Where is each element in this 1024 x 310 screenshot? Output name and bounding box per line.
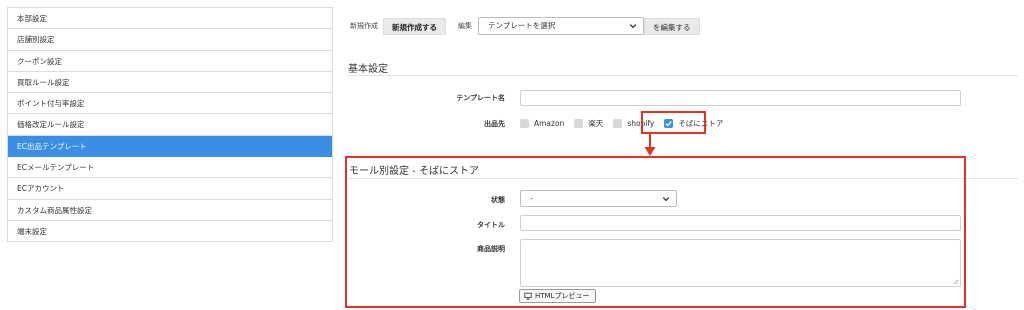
sidebar-item-coupon-settings[interactable]: クーポン設定 — [8, 50, 332, 72]
chevron-down-icon — [629, 24, 637, 29]
edit-label: 編集 — [458, 22, 472, 30]
sidebar-item-purchase-rule-settings[interactable]: 買取ルール設定 — [8, 71, 332, 94]
title-input[interactable] — [520, 215, 961, 231]
new-label: 新規作成 — [350, 22, 378, 30]
resize-grip-icon[interactable] — [952, 278, 959, 285]
sidebar-item-custom-attributes[interactable]: カスタム商品属性設定 — [8, 199, 332, 221]
monitor-icon — [524, 292, 532, 300]
template-name-label: テンプレート名 — [456, 94, 505, 102]
sidebar-item-price-rule-settings[interactable]: 価格改定ルール設定 — [8, 114, 332, 136]
sidebar-item-ec-mail-template[interactable]: ECメールテンプレート — [8, 157, 332, 179]
arrow-down-icon — [644, 134, 656, 156]
basic-settings-title: 基本設定 — [348, 64, 388, 75]
html-preview-button[interactable]: HTMLプレビュー — [519, 289, 597, 303]
sidebar-item-ec-account[interactable]: ECアカウント — [8, 178, 332, 200]
divider — [348, 75, 1018, 76]
channel-label: 出品先 — [484, 120, 505, 128]
description-textarea[interactable] — [520, 239, 961, 287]
template-select-value: テンプレートを選択 — [488, 21, 556, 30]
sidebar-item-hq-settings[interactable]: 本部設定 — [8, 8, 332, 30]
title-label: タイトル — [477, 221, 505, 229]
rakuten-checkbox[interactable] — [574, 119, 584, 128]
shopify-checkbox[interactable] — [613, 119, 623, 128]
create-new-button[interactable]: 新規作成する — [383, 17, 446, 35]
rakuten-checkbox-label: 楽天 — [588, 119, 604, 128]
status-label: 状態 — [491, 196, 505, 204]
template-name-input[interactable] — [520, 90, 961, 106]
mall-settings-title: モール別設定 - そばにストア — [349, 166, 479, 177]
template-select[interactable]: テンプレートを選択 — [478, 17, 644, 35]
sidebar-menu: 本部設定 店舗別設定 クーポン設定 買取ルール設定 ポイント付与率設定 価格改定… — [7, 7, 333, 243]
edit-template-button[interactable]: を編集する — [644, 17, 700, 35]
highlight-box-checkbox — [641, 111, 706, 134]
sidebar-item-store-settings[interactable]: 店舗別設定 — [8, 29, 332, 51]
status-select-value: - — [530, 194, 533, 203]
description-label: 商品説明 — [477, 245, 505, 253]
amazon-checkbox[interactable] — [520, 119, 529, 128]
sidebar-item-point-rate-settings[interactable]: ポイント付与率設定 — [8, 93, 332, 115]
chevron-down-icon — [662, 197, 670, 202]
amazon-checkbox-label: Amazon — [534, 119, 565, 128]
template-toolbar: 新規作成 新規作成する 編集 テンプレートを選択 を編集する — [350, 17, 700, 35]
sidebar-item-device-settings[interactable]: 端末設定 — [8, 220, 332, 243]
sidebar-item-ec-listing-template[interactable]: EC出品テンプレート — [8, 135, 332, 158]
status-select[interactable]: - — [520, 190, 677, 207]
html-preview-label: HTMLプレビュー — [535, 292, 590, 300]
